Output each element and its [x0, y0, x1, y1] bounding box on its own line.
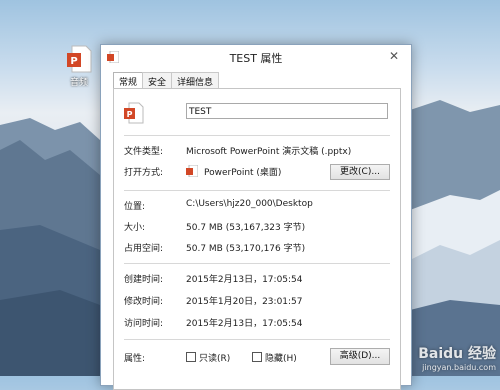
svg-text:P: P [70, 56, 77, 67]
powerpoint-app-icon [186, 164, 199, 178]
created-value: 2015年2月13日，17:05:54 [186, 275, 303, 285]
divider [124, 190, 390, 191]
size-label: 大小: [124, 223, 146, 233]
location-value: C:\Users\hjz20_000\Desktop [186, 199, 313, 209]
modified-value: 2015年1月20日，23:01:57 [186, 297, 303, 307]
file-name-input[interactable]: TEST [186, 103, 388, 119]
svg-text:P: P [127, 110, 133, 119]
tab-bar: 常规 安全 详细信息 [113, 72, 220, 89]
title-bar[interactable]: TEST 属性 ✕ [101, 45, 411, 69]
powerpoint-file-icon: P [124, 102, 144, 124]
powerpoint-file-icon: P [66, 45, 92, 73]
disk-size-label: 占用空间: [124, 244, 164, 254]
open-with-label: 打开方式: [124, 168, 164, 178]
checkbox-box[interactable] [252, 352, 262, 362]
watermark-text: Baidu 经验 [418, 346, 496, 362]
created-label: 创建时间: [124, 275, 164, 285]
desktop-file-icon[interactable]: P 音频 [62, 45, 96, 88]
readonly-label: 只读(R) [199, 354, 231, 364]
attributes-label: 属性: [124, 354, 146, 364]
checkbox-box[interactable] [186, 352, 196, 362]
location-label: 位置: [124, 202, 146, 212]
advanced-button[interactable]: 高级(D)... [330, 348, 390, 365]
modified-label: 修改时间: [124, 297, 164, 307]
size-value: 50.7 MB (53,167,323 字节) [186, 223, 306, 233]
desktop-icon-label: 音频 [69, 78, 88, 88]
hidden-checkbox[interactable]: 隐藏(H) [252, 351, 297, 364]
file-type-label: 文件类型: [124, 147, 164, 157]
watermark: Baidu 经验 jingyan.baidu.com [418, 343, 496, 372]
properties-window: TEST 属性 ✕ 常规 安全 详细信息 P TEST 文件类型: Micros… [100, 44, 412, 390]
divider [124, 263, 390, 264]
close-button[interactable]: ✕ [383, 47, 405, 65]
watermark-url: jingyan.baidu.com [422, 363, 496, 372]
hidden-label: 隐藏(H) [265, 354, 297, 364]
open-with-value: PowerPoint (桌面) [204, 168, 282, 178]
tab-general[interactable]: 常规 [113, 72, 144, 89]
readonly-checkbox[interactable]: 只读(R) [186, 351, 230, 364]
tab-security[interactable]: 安全 [142, 72, 173, 88]
disk-size-value: 50.7 MB (53,170,176 字节) [186, 244, 306, 254]
tab-details[interactable]: 详细信息 [171, 72, 220, 88]
divider [124, 339, 390, 340]
change-button[interactable]: 更改(C)... [330, 164, 390, 180]
accessed-value: 2015年2月13日，17:05:54 [186, 319, 303, 329]
close-icon: ✕ [388, 49, 400, 63]
accessed-label: 访问时间: [124, 319, 164, 329]
window-title: TEST 属性 [229, 52, 283, 65]
general-panel: P TEST 文件类型: Microsoft PowerPoint 演示文稿 (… [113, 88, 401, 390]
file-type-value: Microsoft PowerPoint 演示文稿 (.pptx) [186, 147, 352, 157]
divider [124, 135, 390, 136]
